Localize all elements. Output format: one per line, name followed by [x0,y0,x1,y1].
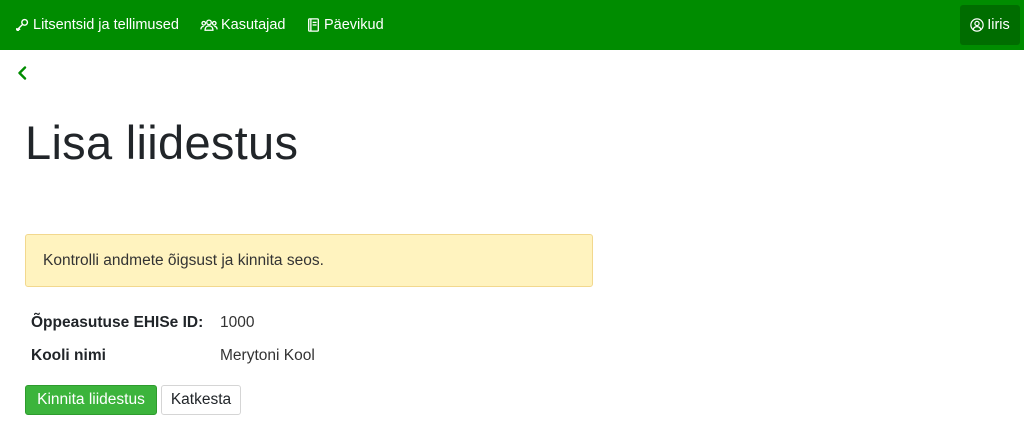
warning-alert: Kontrolli andmete õigsust ja kinnita seo… [25,234,593,287]
nav-item-users[interactable]: Kasutajad [199,0,286,50]
user-menu-button[interactable]: Iiris [960,5,1020,45]
book-icon [305,17,321,33]
chevron-left-icon [17,65,27,85]
nav-item-label: Päevikud [324,17,384,33]
key-icon [14,17,30,33]
nav-item-licenses[interactable]: Litsentsid ja tellimused [14,0,179,50]
alert-text: Kontrolli andmete õigsust ja kinnita seo… [43,251,324,269]
nav-item-label: Litsentsid ja tellimused [33,17,179,33]
nav-item-label: Kasutajad [221,17,286,33]
top-navbar: Litsentsid ja tellimused Kasutajad Päevi… [0,0,1024,50]
details-table: Õppeasutuse EHISe ID: 1000 Kooli nimi Me… [31,306,315,372]
detail-value: Merytoni Kool [220,346,315,364]
confirm-integration-button[interactable]: Kinnita liidestus [25,385,157,415]
detail-value: 1000 [220,313,255,331]
detail-row-school-name: Kooli nimi Merytoni Kool [31,339,315,372]
users-icon [199,17,218,33]
page-title: Lisa liidestus [25,116,299,169]
cancel-button[interactable]: Katkesta [161,385,241,415]
detail-label: Õppeasutuse EHISe ID: [31,313,204,331]
detail-row-ehis-id: Õppeasutuse EHISe ID: 1000 [31,306,315,339]
user-circle-icon [970,18,984,32]
user-name: Iiris [987,17,1010,33]
detail-label: Kooli nimi [31,346,106,364]
back-button[interactable] [14,65,30,85]
nav-item-diaries[interactable]: Päevikud [305,0,384,50]
